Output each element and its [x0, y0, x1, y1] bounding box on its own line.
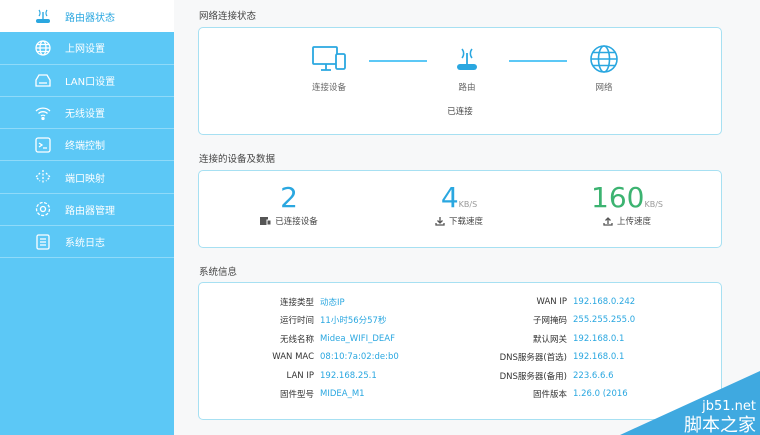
device-count: 2 [280, 181, 298, 214]
sidebar-item-label: 端口映射 [65, 173, 105, 185]
sidebar-item-internet-settings[interactable]: 上网设置 [0, 32, 174, 65]
sysinfo-key: 连接类型 [279, 298, 314, 308]
stat-download-speed: 4KB/S 下载速度 [379, 181, 539, 227]
router-icon [457, 48, 477, 70]
device-label: 连接设备 [311, 83, 346, 93]
connection-line [509, 60, 567, 62]
sysinfo-key: WAN IP [536, 297, 567, 307]
sidebar-item-label: LAN口设置 [65, 76, 116, 88]
sysinfo-value: 192.168.0.1 [573, 333, 625, 344]
sidebar: 路由器状态 上网设置 LAN口设置 无线设置 终端控制 端口映射 路由器管理 系… [0, 0, 174, 435]
sysinfo-key: 默认网关 [532, 334, 567, 345]
internet-label: 网络 [595, 83, 613, 93]
sysinfo-row: 子网掩码 255.255.255.0 [459, 314, 635, 326]
node-devices: 连接设备 [289, 44, 369, 93]
sysinfo-value: MIDEA_M1 [320, 389, 365, 399]
sysinfo-key: LAN IP [286, 370, 314, 381]
sysinfo-value: 192.168.0.242 [573, 297, 636, 307]
sysinfo-value: 192.168.25.1 [320, 370, 377, 381]
network-status-card: 连接设备 路由 网络 已连接 [198, 27, 722, 135]
sidebar-item-label: 路由器状态 [65, 12, 115, 24]
connection-line [369, 60, 427, 62]
sidebar-item-wireless-settings[interactable]: 无线设置 [0, 97, 174, 130]
sysinfo-key: 运行时间 [279, 316, 314, 327]
sysinfo-key: 固件版本 [532, 390, 567, 400]
node-router: 路由 [427, 44, 507, 93]
section-title-network: 网络连接状态 [199, 11, 257, 22]
sidebar-item-label: 无线设置 [65, 109, 105, 121]
section-title-sysinfo: 系统信息 [199, 267, 238, 278]
sidebar-item-lan-settings[interactable]: LAN口设置 [0, 65, 174, 97]
terminal-icon [33, 135, 53, 155]
svg-text:脚本之家: 脚本之家 [684, 415, 756, 435]
sysinfo-value: Midea_WIFI_DEAF [320, 333, 395, 344]
watermark-logo: jb51.net脚本之家 [620, 371, 760, 435]
sysinfo-key: DNS服务器(备用) [499, 371, 567, 382]
download-label: 下载速度 [448, 217, 483, 227]
sidebar-item-router-management[interactable]: 路由器管理 [0, 194, 174, 227]
upload-label: 上传速度 [616, 217, 651, 227]
sidebar-item-label: 系统日志 [65, 238, 105, 250]
sysinfo-value: 192.168.0.1 [573, 352, 625, 363]
sysinfo-key: 子网掩码 [532, 316, 567, 327]
router-icon [33, 6, 53, 26]
lan-icon [33, 70, 53, 90]
sysinfo-key: WAN MAC [272, 352, 314, 363]
sysinfo-row: 运行时间 11小时56分57秒 [219, 314, 386, 326]
download-speed: 4 [440, 181, 459, 214]
log-icon [33, 232, 53, 252]
devices-card: 2 已连接设备 4KB/S 下载速度 160KB/S 上传速度 [198, 170, 722, 248]
wifi-icon [33, 103, 53, 123]
sidebar-item-label: 终端控制 [65, 141, 105, 153]
sysinfo-key: 无线名称 [279, 334, 314, 345]
sysinfo-value: 255.255.255.0 [573, 315, 636, 326]
node-internet: 网络 [564, 44, 644, 93]
device-count-label: 已连接设备 [275, 217, 318, 227]
sidebar-item-label: 路由器管理 [65, 205, 115, 217]
gear-icon [33, 199, 53, 219]
download-unit: KB/S [458, 200, 478, 209]
sysinfo-row: 连接类型 动态IP [219, 296, 345, 308]
globe-icon [590, 45, 618, 73]
connection-status: 已连接 [447, 107, 473, 117]
sysinfo-row: 默认网关 192.168.0.1 [459, 333, 624, 345]
devices-icon [260, 217, 272, 225]
sysinfo-value: 223.6.6.6 [573, 370, 614, 381]
upload-icon [603, 216, 613, 226]
sysinfo-row: 固件型号 MIDEA_M1 [219, 388, 365, 400]
sidebar-item-terminal-control[interactable]: 终端控制 [0, 129, 174, 162]
sysinfo-value: 动态IP [320, 298, 345, 308]
upload-unit: KB/S [644, 200, 663, 209]
section-title-devices: 连接的设备及数据 [199, 154, 276, 165]
sidebar-item-router-status[interactable]: 路由器状态 [0, 0, 174, 33]
sidebar-item-port-mapping[interactable]: 端口映射 [0, 161, 174, 194]
svg-text:jb51.net: jb51.net [701, 399, 756, 414]
sysinfo-row: 固件版本 1.26.0 (2016 [459, 388, 628, 400]
download-icon [435, 216, 445, 226]
sysinfo-row: WAN MAC 08:10:7a:02:de:b0 [219, 351, 399, 363]
devices-icon [312, 46, 346, 71]
sidebar-item-system-log[interactable]: 系统日志 [0, 226, 174, 259]
sysinfo-value: 11小时56分57秒 [320, 316, 387, 327]
sysinfo-key: DNS服务器(首选) [499, 353, 567, 364]
globe-icon [33, 38, 53, 58]
port-mapping-icon [33, 167, 53, 187]
upload-speed: 160 [591, 181, 645, 214]
stat-upload-speed: 160KB/S 上传速度 [547, 181, 707, 227]
sysinfo-key: 固件型号 [279, 390, 314, 400]
sysinfo-row: LAN IP 192.168.25.1 [219, 370, 377, 382]
sysinfo-row: 无线名称 Midea_WIFI_DEAF [219, 333, 395, 345]
sidebar-item-label: 上网设置 [65, 44, 105, 56]
stat-connected-devices: 2 已连接设备 [209, 181, 369, 227]
sysinfo-value: 08:10:7a:02:de:b0 [320, 352, 399, 363]
sysinfo-row: DNS服务器(备用) 223.6.6.6 [459, 370, 614, 382]
sysinfo-row: DNS服务器(首选) 192.168.0.1 [459, 351, 625, 364]
router-label: 路由 [458, 83, 476, 93]
sysinfo-row: WAN IP 192.168.0.242 [459, 296, 636, 308]
